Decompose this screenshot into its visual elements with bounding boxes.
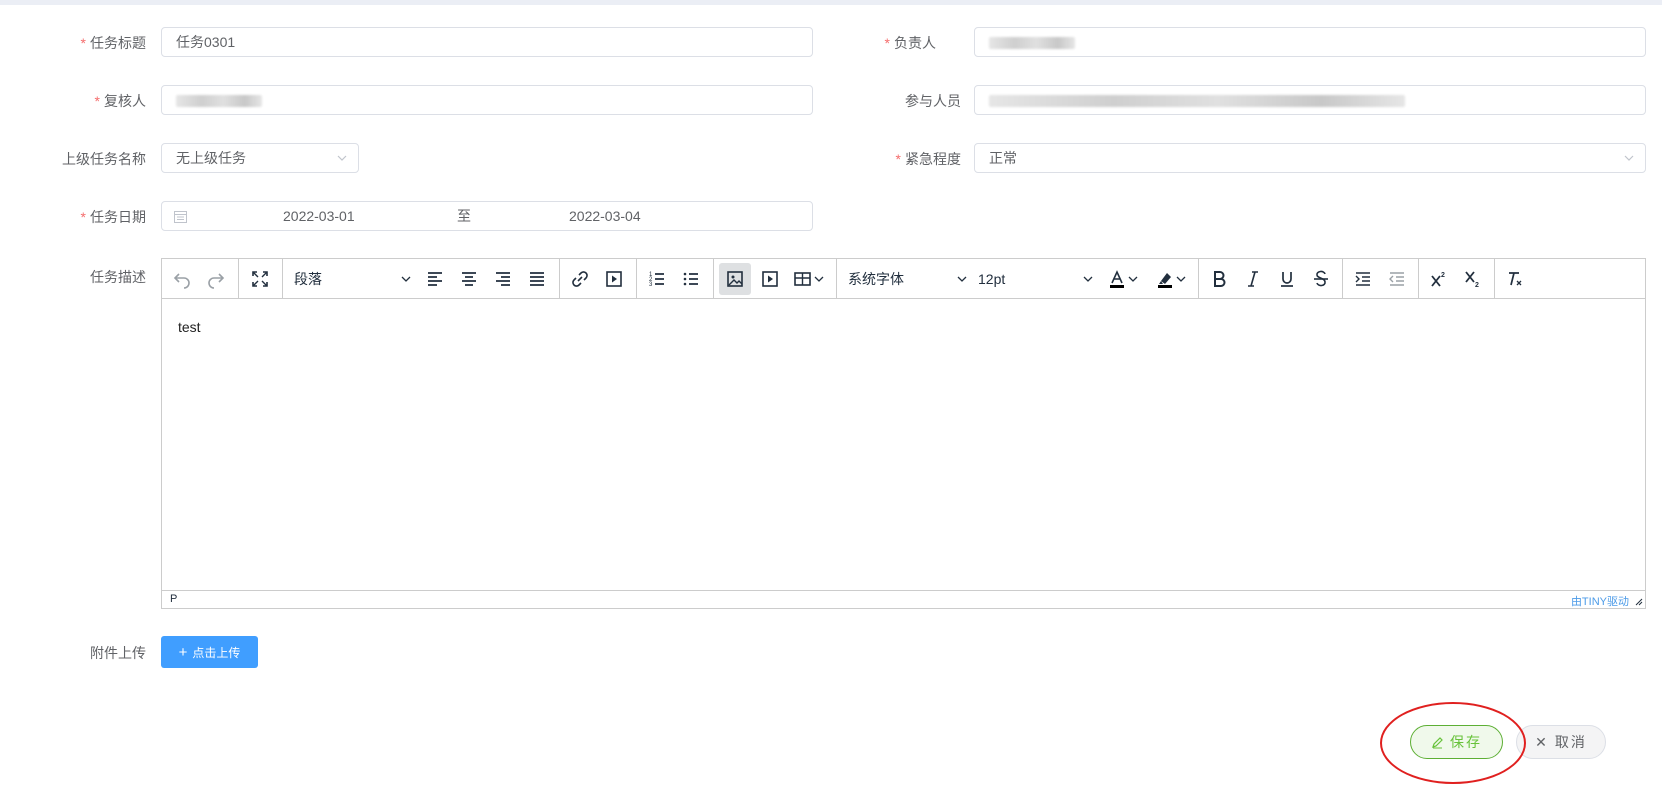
redacted-participants (989, 95, 1405, 108)
start-date[interactable]: 2022-03-01 (283, 202, 355, 230)
cancel-button[interactable]: ✕ 取消 (1516, 725, 1606, 759)
chevron-down-icon (1083, 276, 1093, 282)
align-center-icon[interactable] (454, 263, 484, 295)
top-divider (0, 0, 1662, 5)
element-path[interactable]: P (170, 593, 177, 605)
reviewer-select[interactable] (161, 85, 813, 115)
editor-content[interactable]: test (178, 319, 201, 335)
superscript-icon[interactable]: 2 (1424, 263, 1454, 295)
align-right-icon[interactable] (488, 263, 518, 295)
task-title-input[interactable]: 任务0301 (161, 27, 813, 57)
toolbar-separator (1494, 259, 1495, 299)
chevron-down-icon (401, 276, 411, 282)
toolbar-separator (238, 259, 239, 299)
description-label: 任务描述 (90, 269, 146, 285)
redo-icon[interactable] (202, 263, 230, 295)
tiny-branding-link[interactable]: 由TINY驱动 (1571, 593, 1629, 609)
required-star: * (80, 209, 86, 225)
task-title-label: * 任务标题 (80, 35, 146, 51)
reviewer-label: * 复核人 (94, 93, 146, 109)
chevron-down-icon (1624, 155, 1634, 161)
bold-icon[interactable] (1204, 263, 1234, 295)
redacted-owner (989, 37, 1075, 50)
plus-icon: + (178, 643, 188, 661)
media-embed-icon[interactable] (755, 263, 785, 295)
svg-text:3: 3 (649, 282, 653, 288)
undo-icon[interactable] (168, 263, 196, 295)
participants-label: 参与人员 (905, 93, 961, 109)
italic-icon[interactable] (1238, 263, 1268, 295)
text-color-icon[interactable] (1102, 263, 1144, 295)
chevron-down-icon (1128, 276, 1138, 282)
subscript-icon[interactable]: 2 (1458, 263, 1488, 295)
required-star: * (884, 35, 890, 51)
required-star: * (80, 35, 86, 51)
owner-label: * 负责人 (884, 35, 936, 51)
outdent-icon[interactable] (1382, 263, 1412, 295)
urgency-select[interactable]: 正常 (974, 143, 1646, 173)
chevron-down-icon (1176, 276, 1186, 282)
required-star: * (94, 93, 100, 109)
chevron-down-icon (337, 155, 347, 161)
upload-button[interactable]: + 点击上传 (161, 636, 258, 668)
end-date[interactable]: 2022-03-04 (569, 202, 641, 230)
participants-select[interactable] (974, 85, 1646, 115)
owner-select[interactable] (974, 27, 1646, 57)
align-left-icon[interactable] (420, 263, 450, 295)
indent-icon[interactable] (1348, 263, 1378, 295)
toolbar-separator (713, 259, 714, 299)
align-justify-icon[interactable] (522, 263, 552, 295)
strikethrough-icon[interactable] (1306, 263, 1336, 295)
image-icon[interactable] (719, 263, 751, 295)
font-family-select[interactable]: 系统字体 (848, 263, 968, 295)
numbered-list-icon[interactable]: 123 (642, 263, 672, 295)
editor-statusbar: P 由TINY驱动 (162, 590, 1645, 608)
rich-text-editor[interactable]: 段落 123 系统字体 12pt 2 2 test P 由TINY驱动 (161, 258, 1646, 609)
toolbar-separator (1198, 259, 1199, 299)
bullet-list-icon[interactable] (676, 263, 706, 295)
block-format-select[interactable]: 段落 (294, 263, 412, 295)
table-icon[interactable] (789, 263, 829, 295)
clear-format-icon[interactable] (1500, 263, 1530, 295)
toolbar-separator (1342, 259, 1343, 299)
required-star: * (895, 151, 901, 167)
fullscreen-icon[interactable] (244, 263, 276, 295)
editor-toolbar: 段落 123 系统字体 12pt 2 2 (162, 259, 1645, 299)
svg-text:2: 2 (1475, 282, 1479, 289)
date-separator: 至 (457, 208, 471, 224)
font-size-select[interactable]: 12pt (978, 263, 1094, 295)
media-icon[interactable] (599, 263, 629, 295)
redacted-reviewer (176, 95, 262, 108)
task-date-range[interactable]: 2022-03-01 至 2022-03-04 (161, 201, 813, 231)
calendar-icon (174, 211, 187, 223)
annotation-circle (1380, 702, 1526, 784)
toolbar-separator (282, 259, 283, 299)
close-icon: ✕ (1535, 733, 1549, 750)
urgency-label: * 紧急程度 (895, 151, 961, 167)
toolbar-separator (836, 259, 837, 299)
underline-icon[interactable] (1272, 263, 1302, 295)
toolbar-separator (1418, 259, 1419, 299)
parent-task-label: 上级任务名称 (62, 151, 146, 167)
chevron-down-icon (814, 276, 824, 282)
resize-handle-icon[interactable] (1633, 596, 1643, 606)
task-date-label: * 任务日期 (80, 209, 146, 225)
attachment-label: 附件上传 (90, 645, 146, 661)
svg-text:2: 2 (1441, 272, 1445, 279)
toolbar-separator (636, 259, 637, 299)
highlight-color-icon[interactable] (1150, 263, 1192, 295)
link-icon[interactable] (565, 263, 595, 295)
parent-task-select[interactable]: 无上级任务 (161, 143, 359, 173)
chevron-down-icon (957, 276, 967, 282)
toolbar-separator (559, 259, 560, 299)
